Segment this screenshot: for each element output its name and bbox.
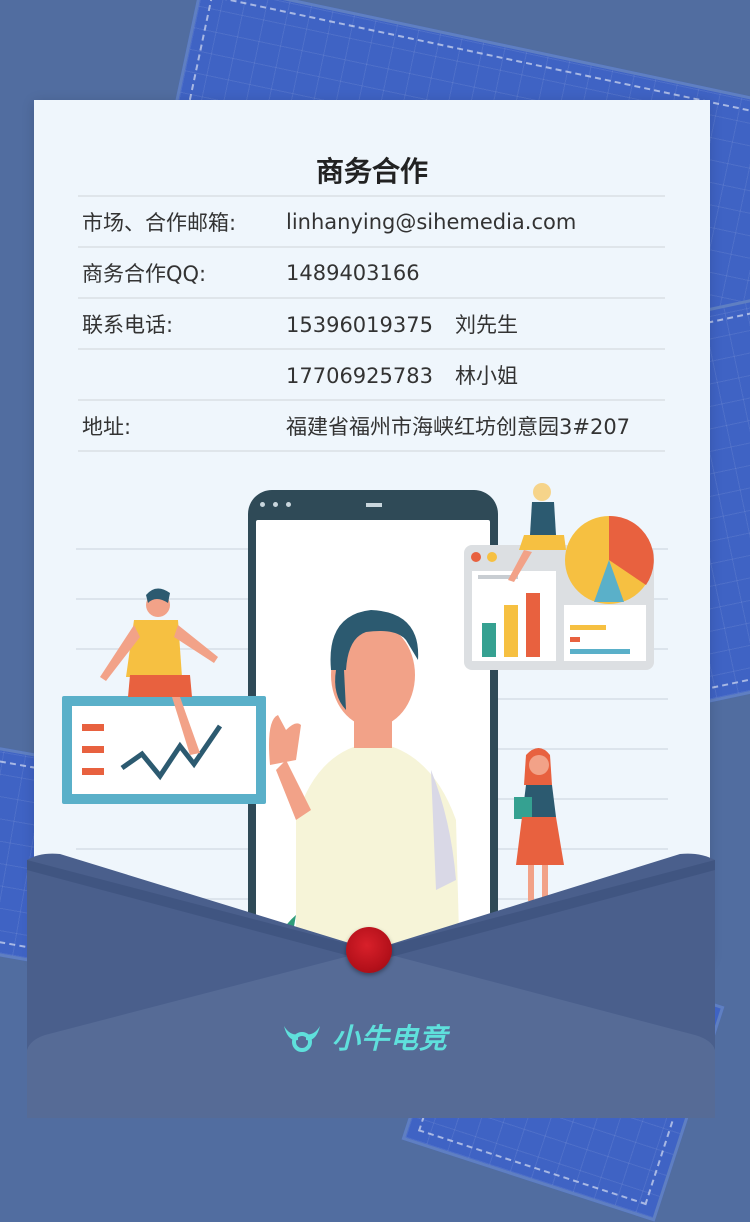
phone-label: 联系电话: [82, 312, 174, 337]
brand-name: 小牛电竞 [332, 1022, 449, 1055]
phone-row-1: 联系电话: 15396019375 刘先生 [78, 299, 665, 350]
contact-person-2: 林小姐 [454, 363, 518, 388]
qq-label: 商务合作QQ: [82, 261, 207, 286]
address-value: 福建省福州市海峡红坊创意园3#207 [286, 414, 631, 439]
phone-number-1[interactable]: 15396019375 [286, 313, 433, 337]
contact-info-table: 市场、合作邮箱: linhanying@sihemedia.com 商务合作QQ… [78, 195, 665, 452]
email-value[interactable]: linhanying@sihemedia.com [286, 210, 665, 234]
page-title: 商务合作 [315, 155, 428, 188]
phone-number-2[interactable]: 17706925783 [286, 364, 433, 388]
contact-person-1: 刘先生 [454, 312, 518, 337]
qq-value[interactable]: 1489403166 [286, 261, 665, 285]
address-label: 地址: [82, 414, 132, 439]
wax-seal [346, 927, 392, 973]
sitting-woman-illustration [508, 483, 566, 582]
letter-paper: 商务合作 市场、合作邮箱: linhanying@sihemedia.com 商… [34, 100, 710, 960]
bull-icon [284, 1026, 320, 1052]
phone-row-2: 17706925783 林小姐 [78, 350, 665, 401]
sitting-man-illustration [100, 588, 218, 755]
brand-logo: 小牛电竞 [280, 1015, 480, 1059]
envelope [27, 853, 715, 1118]
address-row: 地址: 福建省福州市海峡红坊创意园3#207 [78, 401, 665, 452]
email-label: 市场、合作邮箱: [82, 210, 237, 235]
qq-row: 商务合作QQ: 1489403166 [78, 248, 665, 299]
email-row: 市场、合作邮箱: linhanying@sihemedia.com [78, 197, 665, 248]
